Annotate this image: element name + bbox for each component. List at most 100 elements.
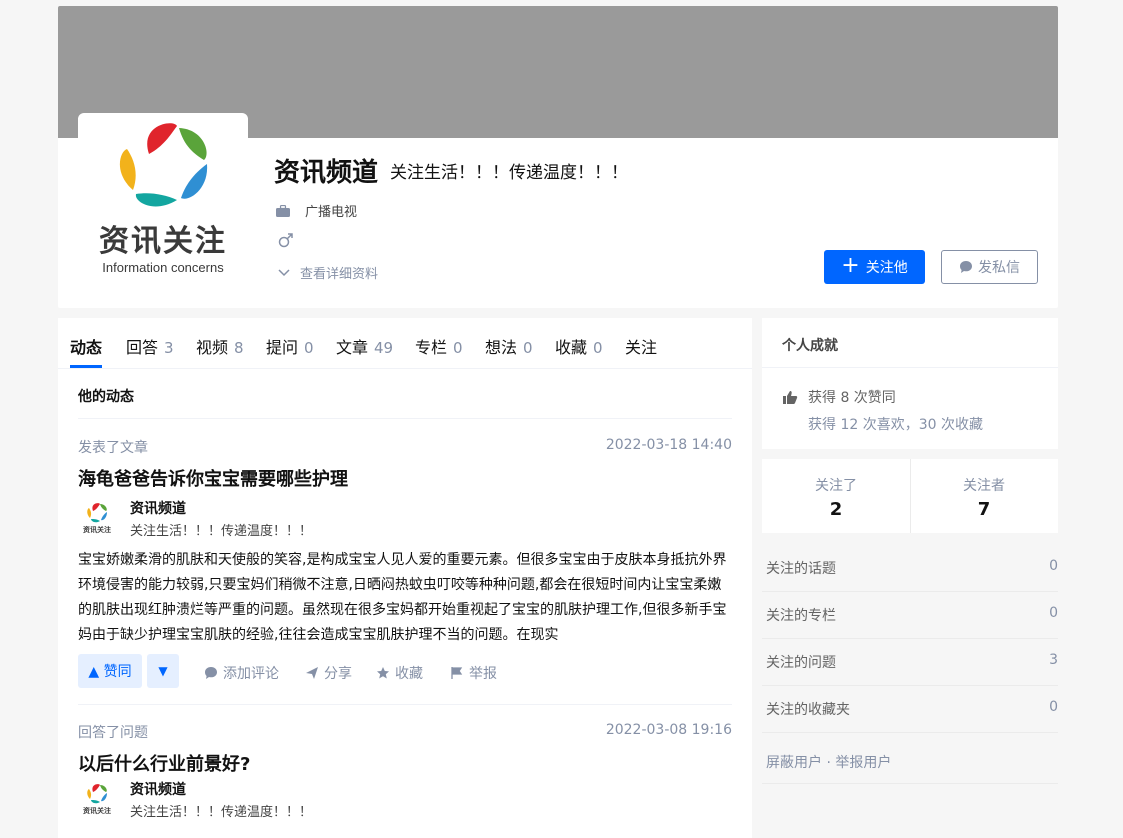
tab-collections[interactable]: 收藏 0 bbox=[555, 334, 603, 358]
section-title: 他的动态 bbox=[78, 389, 134, 405]
sidebar-item-label: 关注的话题 bbox=[766, 561, 836, 577]
tab-label: 收藏 bbox=[555, 338, 588, 357]
tab-label: 专栏 bbox=[415, 338, 448, 357]
avatar[interactable]: 资讯关注 Information concerns bbox=[78, 113, 248, 283]
followers-label: 关注者 bbox=[963, 478, 1005, 494]
collect-button[interactable]: 收藏 bbox=[376, 663, 423, 683]
share-label: 分享 bbox=[324, 666, 352, 682]
chevron-down-icon bbox=[278, 268, 290, 276]
industry-row: 广播电视 bbox=[276, 201, 357, 220]
tab-activity[interactable]: 动态 bbox=[70, 334, 102, 358]
item-meta: 发表了文章 bbox=[78, 440, 148, 456]
followers-number: 7 bbox=[977, 499, 991, 520]
tab-following[interactable]: 关注 bbox=[625, 334, 657, 358]
item-excerpt[interactable]: 宝宝娇嫩柔滑的肌肤和天使般的笑容,是构成宝宝人见人爱的重要元素。但很多宝宝由于皮… bbox=[78, 548, 734, 648]
send-message-button[interactable]: 发私信 bbox=[941, 250, 1038, 284]
tab-label: 提问 bbox=[266, 338, 299, 357]
achievements-title: 个人成就 bbox=[782, 338, 838, 354]
sidebar-item-value: 0 bbox=[1049, 605, 1058, 621]
logo-text-cn: 资讯关注 bbox=[99, 224, 227, 259]
view-details-link[interactable]: 查看详细资料 bbox=[278, 263, 378, 282]
profile-header: 资讯关注 Information concerns 资讯频道 关注生活！！！传递… bbox=[58, 6, 1058, 308]
report-button[interactable]: 举报 bbox=[450, 663, 497, 683]
tab-count: 3 bbox=[164, 339, 174, 357]
tab-answers[interactable]: 回答 3 bbox=[126, 334, 174, 358]
flag-icon bbox=[451, 667, 463, 679]
plus-icon: + bbox=[841, 253, 860, 278]
following-count[interactable]: 关注了 2 bbox=[762, 459, 910, 533]
share-button[interactable]: 分享 bbox=[305, 663, 352, 683]
star-icon bbox=[377, 667, 389, 679]
active-tab-indicator bbox=[70, 365, 102, 368]
author-avatar-logo-text: 资讯关注 bbox=[83, 806, 111, 815]
view-details-label: 查看详细资料 bbox=[300, 267, 379, 282]
profile-tabs: 动态 回答 3 视频 8 提问 0 文章 49 专栏 0 想法 0 收藏 0 关注 bbox=[58, 318, 752, 369]
thumbs-up-icon bbox=[783, 390, 798, 404]
sidebar-item-label: 关注的问题 bbox=[766, 655, 836, 671]
tab-label: 想法 bbox=[485, 338, 518, 357]
tab-label: 文章 bbox=[336, 338, 369, 357]
tab-label: 回答 bbox=[126, 338, 159, 357]
tab-questions[interactable]: 提问 0 bbox=[266, 334, 314, 358]
following-number: 2 bbox=[829, 499, 843, 520]
follow-button[interactable]: + 关注他 bbox=[824, 250, 925, 284]
comment-label: 添加评论 bbox=[223, 666, 279, 682]
author-avatar[interactable]: 资讯关注 bbox=[78, 499, 116, 537]
author-name[interactable]: 资讯频道 bbox=[130, 498, 186, 518]
followers-count[interactable]: 关注者 7 bbox=[910, 459, 1058, 533]
item-time: 2022-03-08 19:16 bbox=[605, 722, 732, 738]
follow-counts-card: 关注了 2 关注者 7 bbox=[762, 459, 1058, 533]
logo-text-en: Information concerns bbox=[102, 260, 224, 275]
sidebar-item-value: 0 bbox=[1049, 699, 1058, 715]
tab-count: 49 bbox=[374, 339, 394, 357]
author-avatar[interactable]: 资讯关注 bbox=[78, 780, 116, 818]
item-title[interactable]: 以后什么行业前景好? bbox=[78, 750, 250, 776]
sidebar-item-collections[interactable]: 关注的收藏夹 0 bbox=[762, 685, 1058, 733]
report-label: 举报 bbox=[469, 666, 497, 682]
following-label: 关注了 bbox=[815, 478, 857, 494]
sidebar-item-label: 关注的收藏夹 bbox=[766, 702, 850, 718]
likes-label: 获得 8 次赞同 bbox=[808, 390, 896, 406]
comment-icon bbox=[205, 667, 217, 679]
chat-bubble-icon bbox=[960, 261, 972, 273]
upvote-button[interactable]: ▲ 赞同 bbox=[78, 654, 142, 688]
sidebar-item-columns[interactable]: 关注的专栏 0 bbox=[762, 591, 1058, 639]
tab-label: 关注 bbox=[625, 338, 658, 357]
tab-count: 8 bbox=[234, 339, 244, 357]
tab-label: 视频 bbox=[196, 338, 229, 357]
achievement-stats: 获得 12 次喜欢，30 次收藏 bbox=[808, 417, 983, 433]
sidebar-item-topics[interactable]: 关注的话题 0 bbox=[762, 544, 1058, 592]
tab-columns[interactable]: 专栏 0 bbox=[415, 334, 463, 358]
send-message-label: 发私信 bbox=[978, 260, 1020, 276]
item-title[interactable]: 海龟爸爸告诉你宝宝需要哪些护理 bbox=[78, 465, 348, 491]
tab-count: 0 bbox=[453, 339, 463, 357]
sidebar-item-questions[interactable]: 关注的问题 3 bbox=[762, 638, 1058, 686]
collect-label: 收藏 bbox=[395, 666, 423, 682]
author-name[interactable]: 资讯频道 bbox=[130, 779, 186, 799]
author-headline: 关注生活！！！传递温度！！！ bbox=[130, 524, 313, 539]
divider bbox=[78, 704, 732, 705]
divider bbox=[78, 418, 732, 419]
tab-label: 动态 bbox=[70, 338, 103, 357]
item-meta: 回答了问题 bbox=[78, 725, 148, 741]
tab-count: 0 bbox=[593, 339, 603, 357]
sidebar-item-value: 3 bbox=[1049, 652, 1058, 668]
divider bbox=[762, 367, 1058, 368]
comment-button[interactable]: 添加评论 bbox=[204, 663, 279, 683]
follow-label: 关注他 bbox=[865, 260, 908, 276]
sidebar-item-value: 0 bbox=[1049, 558, 1058, 574]
tab-count: 0 bbox=[304, 339, 314, 357]
male-icon bbox=[278, 233, 293, 248]
block-report-link[interactable]: 屏蔽用户 · 举报用户 bbox=[766, 752, 891, 772]
achievements-card: 个人成就 获得 8 次赞同 获得 12 次喜欢，30 次收藏 bbox=[762, 318, 1058, 449]
briefcase-icon bbox=[276, 204, 290, 217]
profile-name: 资讯频道 bbox=[274, 158, 379, 188]
divider bbox=[762, 783, 1058, 784]
logo-flower-icon bbox=[119, 123, 208, 207]
tab-thoughts[interactable]: 想法 0 bbox=[485, 334, 533, 358]
author-avatar-logo-text: 资讯关注 bbox=[83, 525, 111, 534]
profile-headline: 关注生活！！！传递温度！！！ bbox=[390, 163, 628, 183]
tab-videos[interactable]: 视频 8 bbox=[196, 334, 244, 358]
downvote-button[interactable]: ▼ bbox=[147, 654, 179, 688]
tab-articles[interactable]: 文章 49 bbox=[336, 334, 393, 358]
